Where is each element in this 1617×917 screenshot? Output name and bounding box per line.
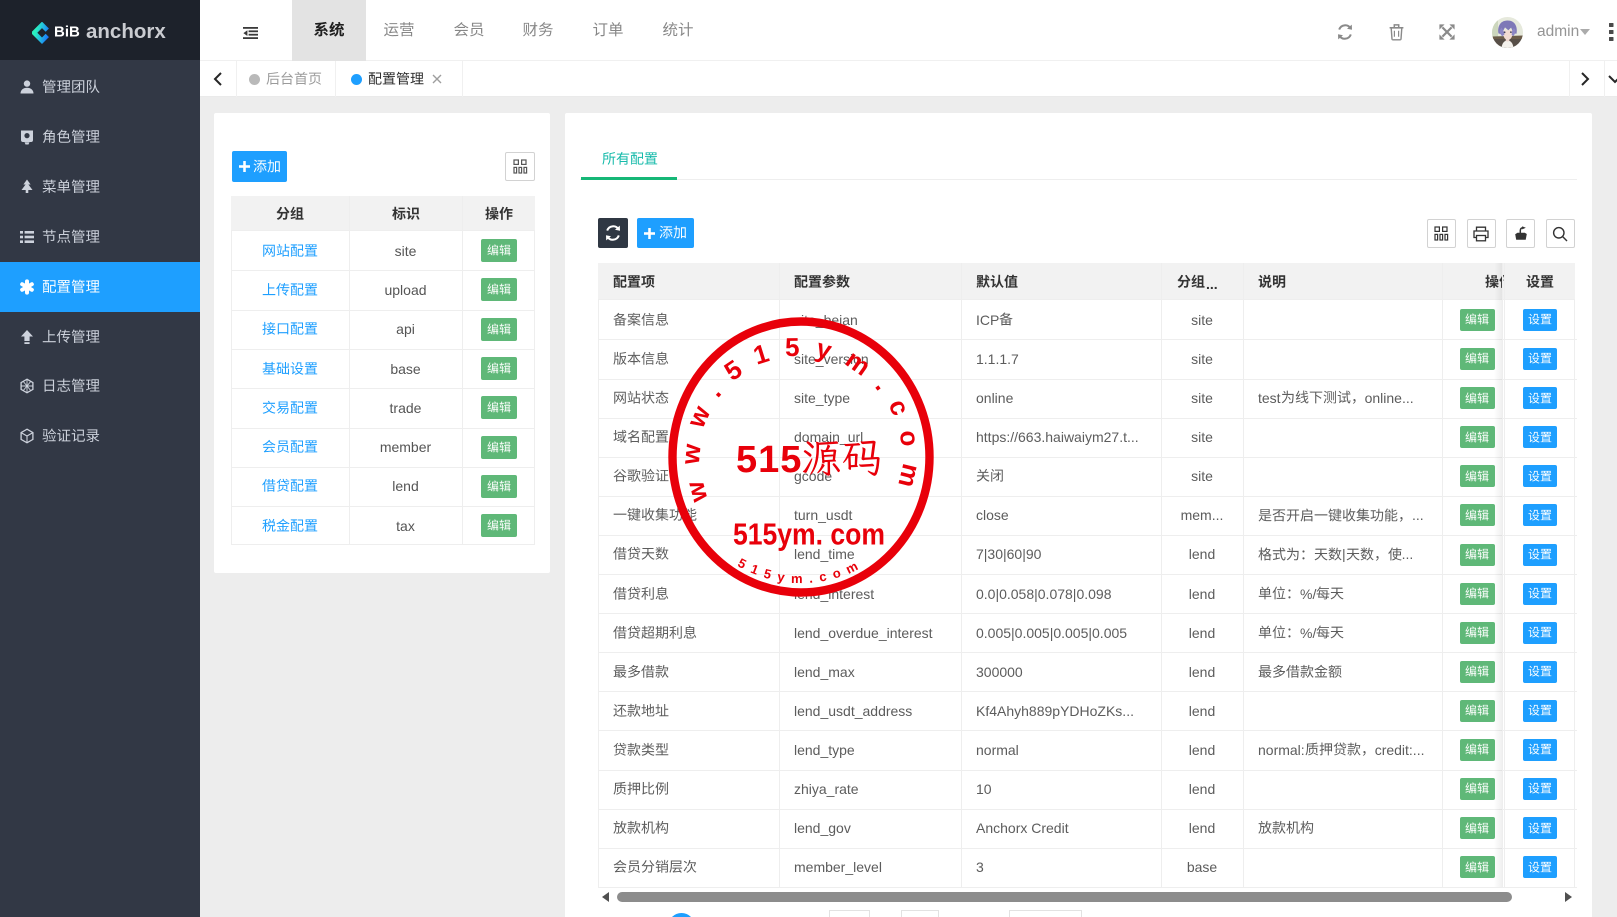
svg-text:515ym. com: 515ym. com (733, 517, 885, 552)
svg-text:515: 515 (736, 439, 802, 481)
